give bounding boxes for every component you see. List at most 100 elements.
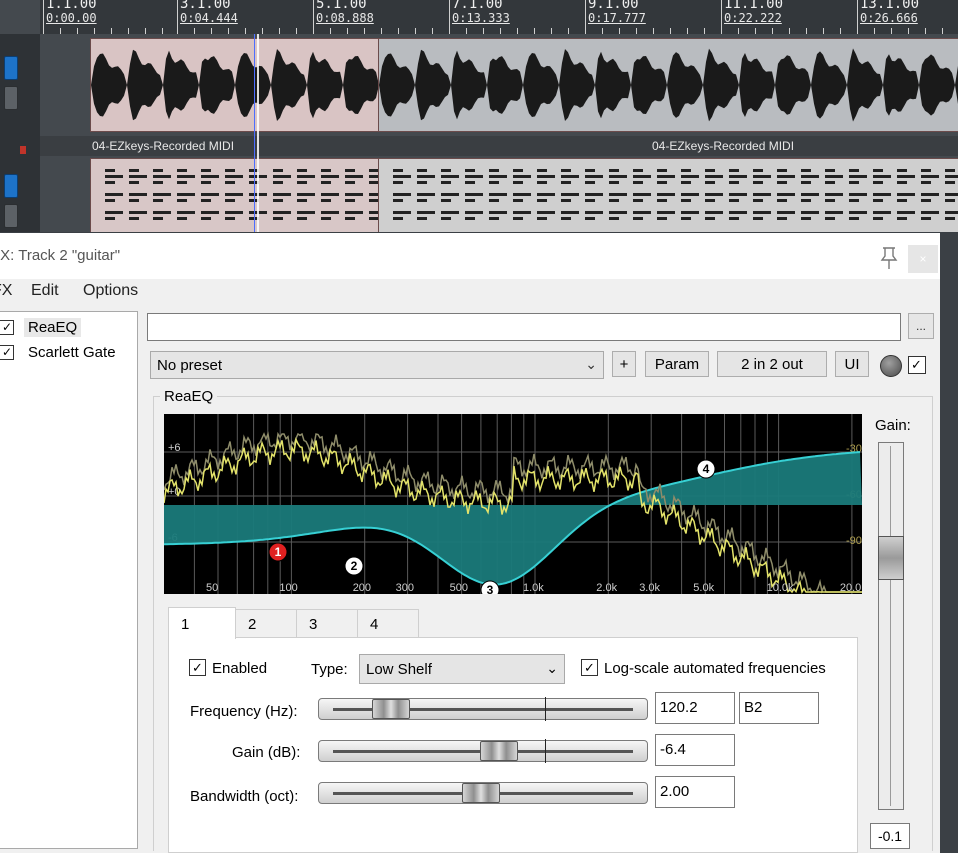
ui-button[interactable]: UI: [835, 351, 869, 377]
bypass-checkbox[interactable]: ✓: [908, 356, 926, 374]
tab-band-3[interactable]: 3: [296, 609, 358, 637]
freq-label: 50: [206, 582, 218, 594]
tab-band-4[interactable]: 4: [357, 609, 419, 637]
ruler-marker: 5.1.00 0:08.888: [316, 0, 374, 25]
midi-note: [513, 199, 523, 202]
gain-slider[interactable]: [878, 442, 904, 810]
param-button[interactable]: Param: [645, 351, 709, 377]
midi-note: [393, 211, 411, 214]
midi-note: [465, 217, 475, 220]
track-mute-button[interactable]: [4, 86, 18, 110]
ruler-subtick: [398, 28, 399, 34]
tab-band-2[interactable]: 2: [235, 609, 297, 637]
audio-item[interactable]: [378, 38, 958, 132]
band-gain-slider-thumb[interactable]: [480, 741, 518, 761]
track-arm-button[interactable]: [4, 56, 18, 80]
midi-note: [897, 175, 915, 178]
menu-fx[interactable]: FX: [0, 282, 12, 300]
frequency-slider-thumb[interactable]: [372, 699, 410, 719]
fx-enable-checkbox[interactable]: ✓: [0, 319, 14, 335]
midi-note: [825, 181, 835, 184]
midi-note: [561, 217, 571, 220]
spectrum-db-label: -90: [846, 535, 862, 547]
track-mute-button-2[interactable]: [4, 204, 18, 228]
track-arm-button-2[interactable]: [4, 174, 18, 198]
tab-band-1[interactable]: 1: [168, 607, 236, 639]
midi-note: [177, 199, 187, 202]
fx-item-label: Scarlett Gate: [28, 343, 116, 361]
fx-path-field[interactable]: [147, 313, 901, 341]
gain-value[interactable]: -0.1: [870, 823, 910, 849]
midi-note: [705, 181, 715, 184]
arrange-view[interactable]: 1.1.00 0:00.00 3.1.00 0:04.444 5.1.00 0:08.88…: [0, 0, 958, 232]
gain-db-input[interactable]: -6.4: [655, 734, 735, 766]
freq-label: 300: [396, 582, 414, 594]
midi-note: [729, 181, 739, 184]
midi-item-selected[interactable]: [90, 158, 387, 232]
window-titlebar[interactable]: FX: Track 2 "guitar" ×: [0, 233, 940, 279]
frequency-slider[interactable]: [318, 697, 648, 721]
fx-item-reaeq[interactable]: ✓ ReaEQ: [0, 316, 82, 338]
midi-note: [201, 211, 219, 214]
midi-note: [633, 175, 651, 178]
frequency-note-input[interactable]: B2: [739, 692, 819, 724]
bandwidth-slider-thumb[interactable]: [462, 783, 500, 803]
midi-note: [729, 199, 739, 202]
edit-cursor: [254, 34, 255, 232]
midi-note: [153, 199, 163, 202]
midi-note: [417, 193, 435, 196]
bandwidth-slider[interactable]: [318, 782, 648, 804]
gain-slider-thumb[interactable]: [878, 536, 904, 580]
enabled-checkbox[interactable]: ✓: [189, 659, 206, 676]
midi-note: [513, 175, 531, 178]
midi-note: [417, 199, 427, 202]
pin-icon[interactable]: [876, 245, 902, 271]
midi-note: [537, 175, 555, 178]
midi-item[interactable]: [378, 158, 958, 232]
midi-note: [489, 217, 499, 220]
more-button[interactable]: ...: [908, 313, 934, 339]
ruler-time-label: 0:26.666: [860, 11, 918, 25]
fx-enable-checkbox[interactable]: ✓: [0, 344, 14, 360]
midi-note: [537, 193, 555, 196]
menu-options[interactable]: Options: [83, 282, 138, 300]
midi-note: [105, 217, 115, 220]
wet-knob[interactable]: [880, 355, 902, 377]
midi-note: [921, 211, 939, 214]
add-preset-button[interactable]: +: [612, 351, 636, 377]
log-scale-checkbox[interactable]: ✓: [581, 659, 598, 676]
midi-note: [225, 169, 235, 172]
io-routing-button[interactable]: 2 in 2 out: [717, 351, 827, 377]
preset-dropdown[interactable]: No preset ⌄: [150, 351, 604, 379]
gain-label: Gain:: [875, 417, 911, 434]
fx-chain-list[interactable]: ✓ ReaEQ ✓ Scarlett Gate: [0, 311, 138, 849]
midi-note: [849, 175, 867, 178]
midi-note: [321, 175, 339, 178]
midi-note: [801, 181, 811, 184]
ruler-bar-label: 7.1.00: [452, 0, 503, 11]
midi-note: [153, 181, 163, 184]
band-gain-slider[interactable]: [318, 739, 648, 763]
midi-note: [537, 199, 547, 202]
audio-item-selected[interactable]: [90, 38, 380, 132]
midi-note: [897, 217, 907, 220]
midi-note: [633, 169, 643, 172]
ruler-subtick: [551, 28, 552, 34]
midi-note: [945, 217, 955, 220]
fx-item-scarlett-gate[interactable]: ✓ Scarlett Gate: [0, 341, 116, 363]
midi-note: [273, 211, 291, 214]
frequency-input[interactable]: 120.2: [655, 692, 735, 724]
ruler-subtick: [925, 28, 926, 34]
close-button[interactable]: ×: [908, 245, 938, 273]
window-title: FX: Track 2 "guitar": [0, 247, 121, 264]
timeline-ruler[interactable]: 1.1.00 0:00.00 3.1.00 0:04.444 5.1.00 0:08.88…: [40, 0, 958, 34]
eq-graph[interactable]: +6+0-6-30-60-90501002003005001.0k2.0k3.0…: [164, 414, 862, 594]
ruler-subtick: [279, 28, 280, 34]
midi-note: [777, 217, 787, 220]
midi-note: [657, 193, 675, 196]
menu-edit[interactable]: Edit: [31, 282, 59, 300]
filter-type-select[interactable]: Low Shelf ⌄: [359, 654, 565, 684]
ruler-subtick: [111, 28, 112, 34]
midi-note: [345, 175, 363, 178]
bandwidth-input[interactable]: 2.00: [655, 776, 735, 808]
